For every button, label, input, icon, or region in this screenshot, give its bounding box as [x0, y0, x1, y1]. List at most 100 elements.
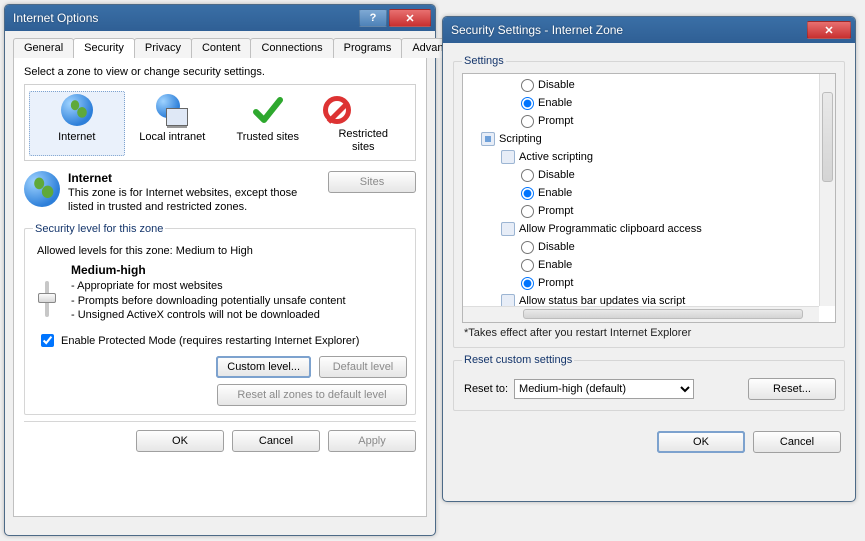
- security-level-legend: Security level for this zone: [33, 223, 165, 235]
- cancel-button[interactable]: Cancel: [753, 431, 841, 453]
- default-level-button[interactable]: Default level: [319, 356, 407, 378]
- zones-list: Internet Local intranet Trusted sites Re…: [24, 84, 416, 161]
- tree-option[interactable]: Disable: [463, 76, 835, 94]
- tab-connections[interactable]: Connections: [250, 38, 333, 58]
- reset-button[interactable]: Reset...: [748, 378, 836, 400]
- tab-security[interactable]: Security: [73, 38, 135, 58]
- tree-option[interactable]: Enable: [463, 94, 835, 112]
- custom-level-button[interactable]: Custom level...: [216, 356, 311, 378]
- item-icon: [501, 222, 515, 236]
- globe-icon: [61, 94, 93, 126]
- category-icon: [481, 132, 495, 146]
- tab-panel-security: Select a zone to view or change security…: [13, 57, 427, 517]
- tree-radio[interactable]: [521, 187, 534, 200]
- close-button[interactable]: ✕: [389, 9, 431, 27]
- allowed-levels: Allowed levels for this zone: Medium to …: [37, 245, 407, 257]
- tree-label: Prompt: [538, 274, 573, 292]
- help-button[interactable]: ?: [359, 9, 387, 27]
- level-point-1: - Appropriate for most websites: [71, 279, 346, 294]
- tree-radio[interactable]: [521, 97, 534, 110]
- window-title: Internet Options: [13, 11, 357, 25]
- zone-internet[interactable]: Internet: [29, 91, 125, 156]
- titlebar[interactable]: Security Settings - Internet Zone ✕: [443, 17, 855, 43]
- tree-label: Disable: [538, 166, 575, 184]
- level-description: Medium-high - Appropriate for most websi…: [71, 263, 346, 324]
- settings-tree[interactable]: DisableEnablePromptScriptingActive scrip…: [462, 73, 836, 323]
- apply-button[interactable]: Apply: [328, 430, 416, 452]
- tree-option[interactable]: Enable: [463, 184, 835, 202]
- reset-group: Reset custom settings Reset to: Medium-h…: [453, 354, 845, 411]
- zone-description: Internet This zone is for Internet websi…: [68, 171, 320, 215]
- restart-note: *Takes effect after you restart Internet…: [464, 327, 836, 339]
- scrollbar-vertical[interactable]: [819, 74, 835, 306]
- tab-privacy[interactable]: Privacy: [134, 38, 192, 58]
- protected-mode-label: Enable Protected Mode (requires restarti…: [61, 335, 359, 347]
- zone-label: Internet: [34, 131, 120, 144]
- tab-general[interactable]: General: [13, 38, 74, 58]
- tree-option[interactable]: Disable: [463, 238, 835, 256]
- globe-icon: [24, 171, 60, 207]
- cancel-button[interactable]: Cancel: [232, 430, 320, 452]
- internet-options-window: Internet Options ? ✕ General Security Pr…: [4, 4, 436, 536]
- reset-to-label: Reset to:: [464, 383, 508, 395]
- zone-trusted-sites[interactable]: Trusted sites: [220, 91, 316, 156]
- intranet-icon: [156, 94, 188, 126]
- tree-item: Active scripting: [463, 148, 835, 166]
- zone-label: Restrictedsites: [321, 128, 407, 153]
- restricted-icon: [321, 94, 353, 126]
- tree-radio[interactable]: [521, 205, 534, 218]
- zone-restricted-sites[interactable]: Restrictedsites: [316, 91, 412, 156]
- scrollbar-horizontal[interactable]: [463, 306, 819, 322]
- tree-radio[interactable]: [521, 115, 534, 128]
- tab-strip: General Security Privacy Content Connect…: [5, 31, 435, 57]
- ok-button[interactable]: OK: [657, 431, 745, 453]
- security-level-group: Security level for this zone Allowed lev…: [24, 223, 416, 416]
- tree-option[interactable]: Prompt: [463, 274, 835, 292]
- zones-prompt: Select a zone to view or change security…: [24, 66, 416, 78]
- window-title: Security Settings - Internet Zone: [451, 23, 805, 37]
- tree-radio[interactable]: [521, 79, 534, 92]
- tree-label: Allow Programmatic clipboard access: [519, 220, 702, 238]
- zone-label: Local intranet: [130, 131, 216, 144]
- tab-programs[interactable]: Programs: [333, 38, 403, 58]
- reset-all-zones-button[interactable]: Reset all zones to default level: [217, 384, 407, 406]
- security-settings-window: Security Settings - Internet Zone ✕ Sett…: [442, 16, 856, 502]
- reset-legend: Reset custom settings: [462, 354, 574, 366]
- separator: [24, 421, 416, 422]
- zone-title: Internet: [68, 171, 112, 185]
- level-point-2: - Prompts before downloading potentially…: [71, 294, 346, 309]
- sites-button[interactable]: Sites: [328, 171, 416, 193]
- security-level-slider[interactable]: [33, 263, 61, 324]
- tree-item: Allow Programmatic clipboard access: [463, 220, 835, 238]
- protected-mode-input[interactable]: [41, 334, 54, 347]
- tree-option[interactable]: Enable: [463, 256, 835, 274]
- tree-radio[interactable]: [521, 169, 534, 182]
- tree-radio[interactable]: [521, 241, 534, 254]
- level-point-3: - Unsigned ActiveX controls will not be …: [71, 308, 346, 323]
- zone-local-intranet[interactable]: Local intranet: [125, 91, 221, 156]
- tab-content[interactable]: Content: [191, 38, 252, 58]
- tree-label: Scripting: [499, 130, 542, 148]
- reset-to-combo[interactable]: Medium-high (default): [514, 379, 694, 399]
- check-icon: [252, 94, 284, 126]
- protected-mode-checkbox[interactable]: Enable Protected Mode (requires restarti…: [37, 331, 407, 350]
- settings-group: Settings DisableEnablePromptScriptingAct…: [453, 55, 845, 348]
- tree-label: Active scripting: [519, 148, 593, 166]
- zone-desc-text: This zone is for Internet websites, exce…: [68, 187, 320, 215]
- titlebar[interactable]: Internet Options ? ✕: [5, 5, 435, 31]
- tree-option[interactable]: Prompt: [463, 202, 835, 220]
- close-button[interactable]: ✕: [807, 21, 851, 39]
- tree-radio[interactable]: [521, 259, 534, 272]
- tree-option[interactable]: Disable: [463, 166, 835, 184]
- zone-label: Trusted sites: [225, 131, 311, 144]
- tree-label: Disable: [538, 76, 575, 94]
- tree-option[interactable]: Prompt: [463, 112, 835, 130]
- tree-radio[interactable]: [521, 277, 534, 290]
- tree-label: Enable: [538, 256, 572, 274]
- tree-label: Prompt: [538, 112, 573, 130]
- level-name: Medium-high: [71, 263, 346, 277]
- settings-legend: Settings: [462, 55, 506, 67]
- tree-label: Disable: [538, 238, 575, 256]
- ok-button[interactable]: OK: [136, 430, 224, 452]
- tree-category: Scripting: [463, 130, 835, 148]
